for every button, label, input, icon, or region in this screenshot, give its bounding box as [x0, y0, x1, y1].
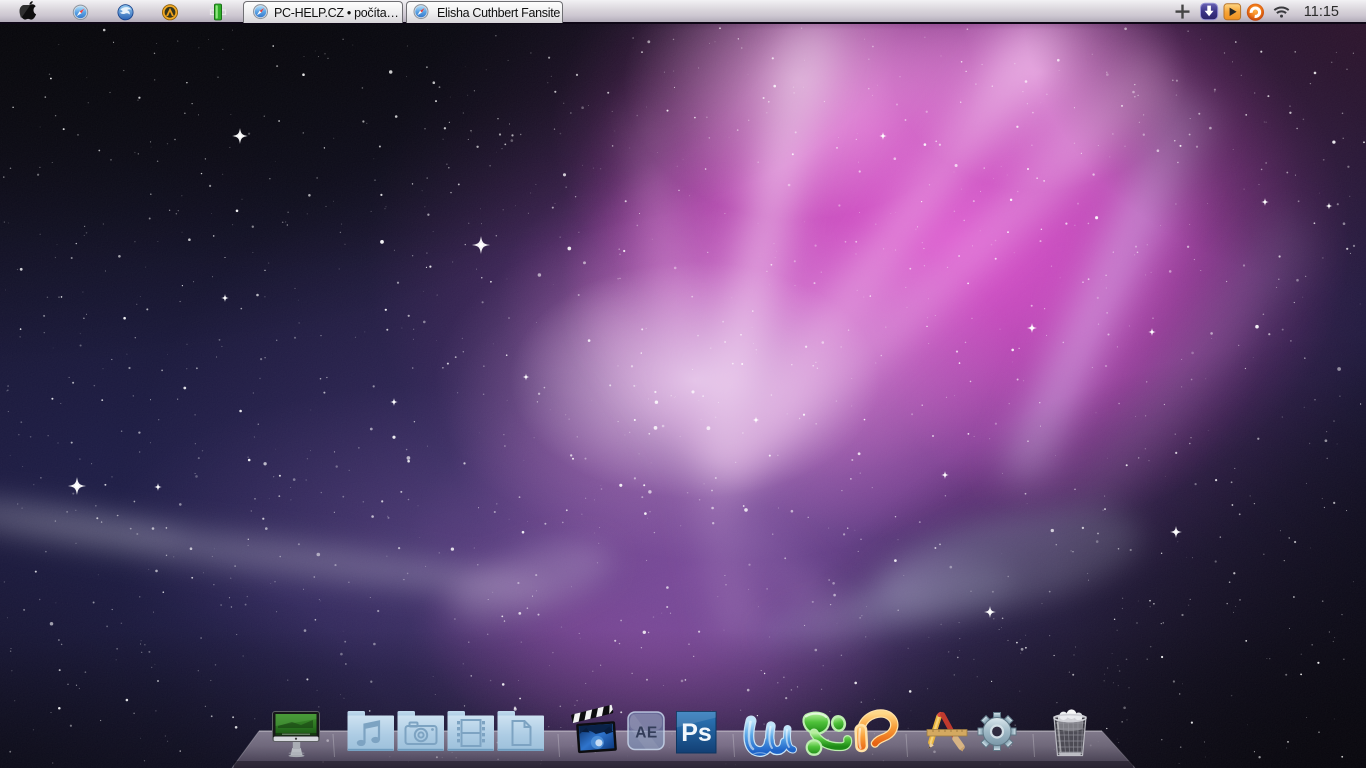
svg-text:AE: AE — [635, 725, 658, 742]
svg-text:Ps: Ps — [681, 719, 712, 747]
